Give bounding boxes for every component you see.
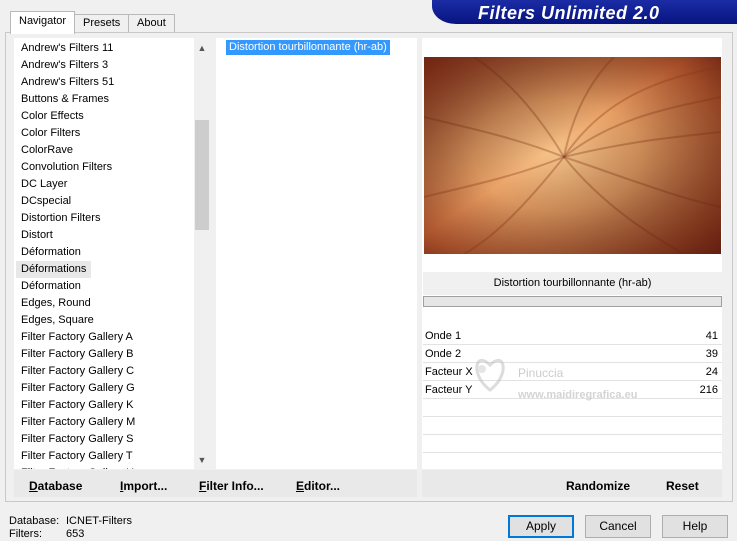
category-item[interactable]: Déformation: [16, 278, 86, 295]
preview-image: [424, 57, 721, 254]
import-button-rest: mport...: [123, 479, 168, 493]
tab-presets[interactable]: Presets: [74, 14, 130, 33]
param-label: Facteur Y: [425, 384, 473, 396]
category-item[interactable]: Distort: [16, 227, 58, 244]
category-item[interactable]: Buttons & Frames: [16, 91, 114, 108]
status-database-value: ICNET-Filters: [66, 515, 132, 527]
editor-button-rest: ditor...: [304, 479, 341, 493]
tab-navigator[interactable]: Navigator: [10, 11, 76, 34]
param-value[interactable]: 41: [706, 327, 718, 345]
scroll-thumb[interactable]: [195, 120, 209, 230]
category-item[interactable]: Edges, Round: [16, 295, 96, 312]
database-button-rest: atabase: [37, 479, 83, 493]
import-button[interactable]: Import...: [120, 479, 167, 493]
category-item[interactable]: Filter Factory Gallery A: [16, 329, 138, 346]
category-item[interactable]: Convolution Filters: [16, 159, 117, 176]
progress-bar: [423, 296, 722, 307]
category-item[interactable]: Déformation: [16, 244, 86, 261]
category-item[interactable]: Filter Factory Gallery M: [16, 414, 140, 431]
param-value[interactable]: 39: [706, 345, 718, 363]
param-row[interactable]: Onde 2 39: [423, 345, 722, 363]
status-database: Database: ICNET-Filters: [9, 515, 132, 527]
status-filters: Filters: 653: [9, 528, 84, 540]
category-item[interactable]: Filter Factory Gallery T: [16, 448, 138, 465]
param-row-empty: [423, 453, 722, 471]
database-button[interactable]: Database: [29, 479, 82, 493]
status-filters-label: Filters:: [9, 528, 42, 540]
cancel-button[interactable]: Cancel: [585, 515, 651, 538]
param-label: Onde 1: [425, 330, 462, 342]
category-item[interactable]: Color Filters: [16, 125, 85, 142]
param-row[interactable]: Onde 1 41: [423, 327, 722, 345]
randomize-button[interactable]: Randomize: [566, 479, 630, 493]
scroll-up-icon[interactable]: ▲: [194, 40, 210, 56]
tab-about[interactable]: About: [128, 14, 175, 33]
category-item[interactable]: Edges, Square: [16, 312, 99, 329]
category-item[interactable]: Distortion Filters: [16, 210, 105, 227]
filter-list[interactable]: Distortion tourbillonnante (hr-ab): [216, 38, 417, 469]
category-list[interactable]: Andrew's Filters 11 Andrew's Filters 3 And…: [14, 38, 210, 469]
category-item[interactable]: Déformations: [16, 261, 92, 278]
preview-filter-name: Distortion tourbillonnante (hr-ab): [423, 272, 722, 295]
category-scrollbar[interactable]: ▲ ▼: [194, 38, 210, 469]
param-row[interactable]: Facteur X 24: [423, 363, 722, 381]
param-row[interactable]: Facteur Y 216: [423, 381, 722, 399]
status-filters-value: 653: [66, 528, 85, 540]
category-item[interactable]: DCspecial: [16, 193, 76, 210]
filter-info-button-rest: ilter Info...: [206, 479, 264, 493]
reset-button[interactable]: Reset: [666, 479, 699, 493]
scroll-down-icon[interactable]: ▼: [194, 452, 210, 468]
status-database-label: Database:: [9, 515, 60, 527]
category-item[interactable]: Andrew's Filters 51: [16, 74, 119, 91]
banner-title: Filters Unlimited 2.0: [478, 3, 660, 23]
param-label: Facteur X: [425, 366, 473, 378]
filter-item-selected[interactable]: Distortion tourbillonnante (hr-ab): [226, 40, 390, 55]
category-item[interactable]: Color Effects: [16, 108, 89, 125]
category-item[interactable]: Andrew's Filters 3: [16, 57, 113, 74]
category-item[interactable]: DC Layer: [16, 176, 72, 193]
param-row-empty: [423, 417, 722, 435]
filter-info-button[interactable]: Filter Info...: [199, 479, 264, 493]
param-value[interactable]: 24: [706, 363, 718, 381]
category-item[interactable]: Filter Factory Gallery G: [16, 380, 140, 397]
apply-button[interactable]: Apply: [508, 515, 574, 538]
param-row-empty: [423, 399, 722, 417]
category-item[interactable]: Filter Factory Gallery C: [16, 363, 139, 380]
category-item[interactable]: Andrew's Filters 11: [16, 40, 118, 57]
help-button[interactable]: Help: [662, 515, 728, 538]
editor-button[interactable]: Editor...: [296, 479, 340, 493]
param-label: Onde 2: [425, 348, 462, 360]
category-item[interactable]: Filter Factory Gallery S: [16, 431, 138, 448]
category-item[interactable]: Filter Factory Gallery U: [16, 465, 139, 469]
database-toolbar: Database Import... Filter Info... Editor…: [14, 470, 417, 497]
category-item[interactable]: Filter Factory Gallery K: [16, 397, 138, 414]
preset-toolbar: Randomize Reset: [422, 470, 722, 497]
category-item[interactable]: Filter Factory Gallery B: [16, 346, 138, 363]
param-row-empty: [423, 435, 722, 453]
param-value[interactable]: 216: [700, 381, 718, 399]
category-item[interactable]: ColorRave: [16, 142, 78, 159]
